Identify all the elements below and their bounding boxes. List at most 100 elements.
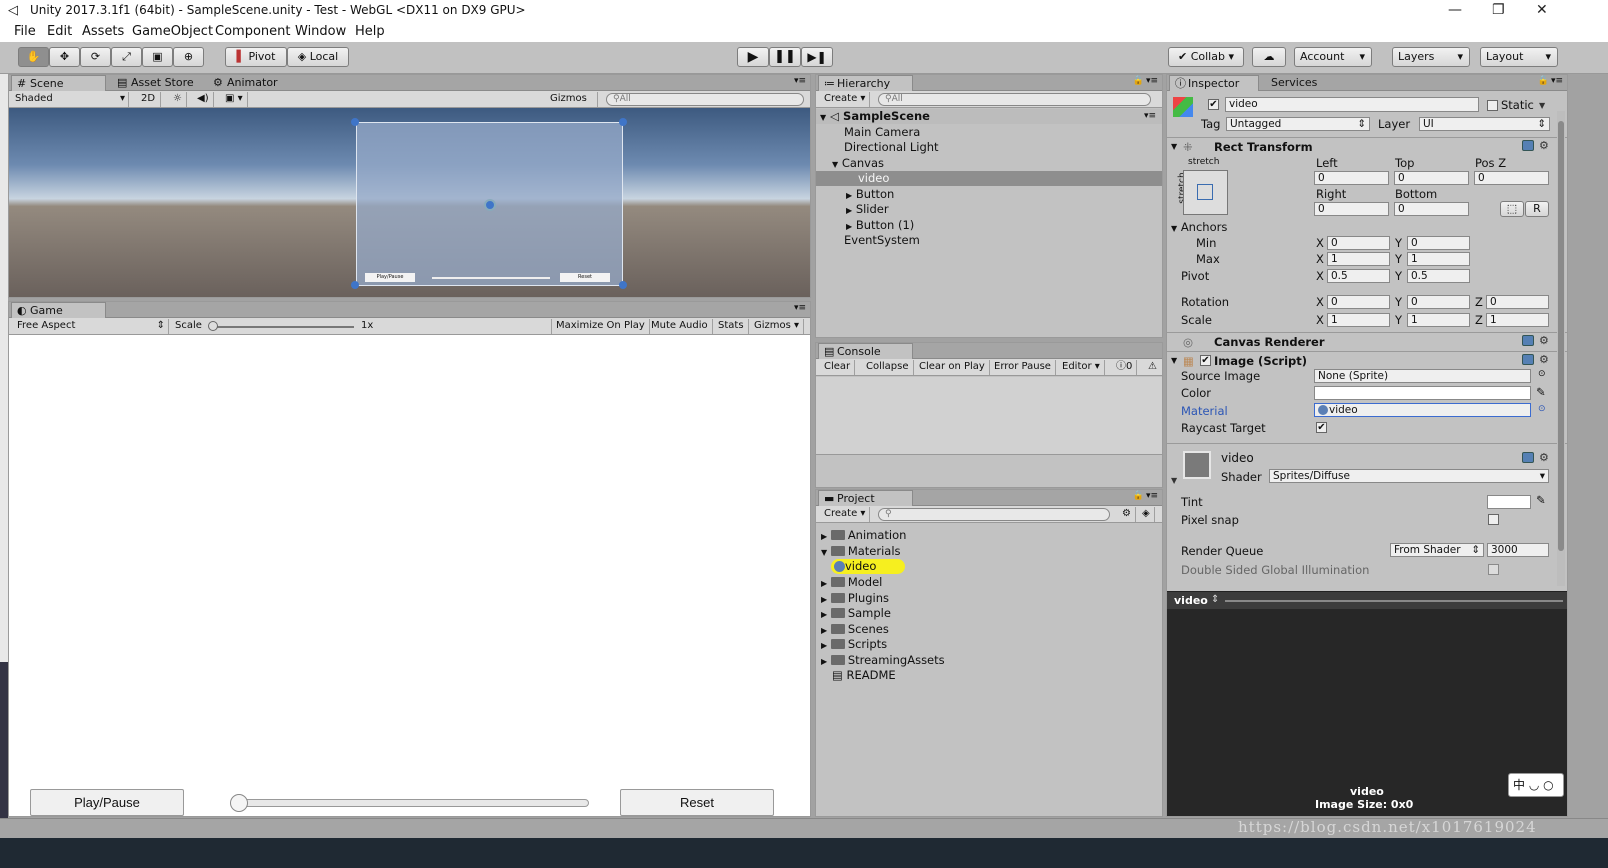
panel-menu-icon[interactable]: ▾≡ <box>794 303 806 313</box>
tab-inspector[interactable]: ⓘ Inspector <box>1169 75 1259 91</box>
game-slider-track[interactable] <box>233 799 589 807</box>
foldout-icon[interactable]: ▼ <box>1171 224 1177 233</box>
rotate-tool-button[interactable]: ⟳ <box>80 47 111 67</box>
layer-dropdown[interactable]: UI ⇕ <box>1419 117 1550 131</box>
filter-label-icon[interactable]: ◈ <box>1138 507 1155 522</box>
image-script-header[interactable]: ▼ ▦ ✔ Image (Script) <box>1167 351 1567 369</box>
project-folder-model[interactable]: ▶ Model <box>816 575 1162 590</box>
tag-dropdown[interactable]: Untagged ⇕ <box>1226 117 1370 131</box>
foldout-icon[interactable]: ▼ <box>1171 352 1177 370</box>
menu-gameobject[interactable]: GameObject <box>132 24 213 39</box>
console-error-count[interactable]: ⓘ0 <box>1112 360 1138 375</box>
scale-slider-thumb[interactable] <box>208 321 218 331</box>
expand-icon[interactable]: ▶ <box>846 191 852 200</box>
anchor-max-x-field[interactable]: 1 <box>1327 252 1390 266</box>
pivot-x-field[interactable]: 0.5 <box>1327 269 1390 283</box>
corner-handle-icon[interactable] <box>351 118 359 126</box>
lock-icon[interactable]: 🔒 <box>1538 76 1549 86</box>
object-picker-icon[interactable]: ⊙ <box>1538 369 1546 379</box>
project-file-readme[interactable]: ▤ README <box>816 668 1162 683</box>
panel-menu-icon[interactable]: ▾≡ <box>1146 76 1158 86</box>
layers-button[interactable]: Layers ▾ <box>1392 47 1470 67</box>
filter-type-icon[interactable]: ⚙ <box>1118 507 1136 522</box>
expand-icon[interactable]: ▶ <box>821 532 827 541</box>
canvas-rect[interactable]: Play/Pause Reset <box>356 122 623 286</box>
help-icon[interactable] <box>1522 452 1534 463</box>
console-clear-button[interactable]: Clear <box>820 360 856 375</box>
hierarchy-item-button[interactable]: ▶ Button <box>816 187 1162 202</box>
panel-menu-icon[interactable]: ▾≡ <box>1551 76 1563 86</box>
aspect-dropdown[interactable]: Free Aspect ⇕ <box>13 319 169 334</box>
local-button[interactable]: ◈ Local <box>287 47 349 67</box>
preview-menu-icon[interactable]: ⇕ <box>1211 594 1219 605</box>
account-button[interactable]: Account ▾ <box>1294 47 1372 67</box>
rotation-y-field[interactable]: 0 <box>1407 295 1470 309</box>
cloud-button[interactable]: ☁ <box>1252 47 1286 67</box>
scale-slider[interactable] <box>209 326 354 328</box>
panel-menu-icon[interactable]: ▾≡ <box>794 76 806 86</box>
expand-icon[interactable]: ▶ <box>821 641 827 650</box>
corner-handle-icon[interactable] <box>619 118 627 126</box>
tab-console[interactable]: ▤ Console <box>818 343 913 359</box>
menu-file[interactable]: File <box>14 24 36 39</box>
expand-icon[interactable]: ▶ <box>846 206 852 215</box>
scale-x-field[interactable]: 1 <box>1327 313 1390 327</box>
play-button[interactable]: ▶ <box>737 47 769 67</box>
project-folder-scripts[interactable]: ▶ Scripts <box>816 637 1162 652</box>
mute-audio-toggle[interactable]: Mute Audio <box>647 319 713 334</box>
raycast-target-checkbox[interactable]: ✔ <box>1316 422 1327 433</box>
project-folder-plugins[interactable]: ▶ Plugins <box>816 591 1162 606</box>
hierarchy-item-directional-light[interactable]: Directional Light <box>816 140 1162 155</box>
scale-z-field[interactable]: 1 <box>1486 313 1549 327</box>
2d-toggle[interactable]: 2D <box>137 92 161 107</box>
gizmos-dropdown[interactable]: Gizmos ▾ <box>546 92 598 118</box>
help-icon[interactable] <box>1522 335 1534 346</box>
lighting-toggle-icon[interactable]: ☼ <box>169 92 187 107</box>
posz-field[interactable]: 0 <box>1474 171 1549 185</box>
corner-handle-icon[interactable] <box>619 281 627 289</box>
hierarchy-search-input[interactable]: ⚲All <box>878 93 1151 106</box>
pivot-handle-icon[interactable] <box>484 199 496 211</box>
project-create-dropdown[interactable]: Create ▾ <box>820 507 871 522</box>
anchors-label[interactable]: ▼ Anchors <box>1171 220 1227 234</box>
active-checkbox[interactable]: ✔ <box>1208 99 1219 110</box>
material-field[interactable]: video <box>1314 403 1531 417</box>
maximize-on-play-toggle[interactable]: Maximize On Play <box>551 319 650 334</box>
tint-color-field[interactable] <box>1487 495 1531 509</box>
gear-icon[interactable]: ⚙ <box>1539 353 1549 366</box>
shader-dropdown[interactable]: Sprites/Diffuse ▾ <box>1269 469 1549 483</box>
gameobject-name-field[interactable]: video <box>1225 97 1479 112</box>
pivot-button[interactable]: ▌ Pivot <box>225 47 287 67</box>
panel-menu-icon[interactable]: ▾≡ <box>1146 491 1158 501</box>
render-queue-value-field[interactable]: 3000 <box>1487 543 1549 557</box>
tab-game[interactable]: ◐ Game <box>11 302 106 318</box>
project-folder-materials[interactable]: ▼ Materials <box>816 544 1162 559</box>
scrollbar-thumb[interactable] <box>1558 121 1564 551</box>
scale-y-field[interactable]: 1 <box>1407 313 1470 327</box>
anchor-min-x-field[interactable]: 0 <box>1327 236 1390 250</box>
scale-tool-button[interactable]: ⤢ <box>111 47 142 67</box>
hierarchy-item-video[interactable]: video <box>816 171 1162 186</box>
rotation-x-field[interactable]: 0 <box>1327 295 1390 309</box>
stats-toggle[interactable]: Stats <box>714 319 749 334</box>
hierarchy-item-canvas[interactable]: ▼ Canvas <box>816 156 1162 171</box>
game-gizmos-dropdown[interactable]: Gizmos ▾ <box>750 319 805 334</box>
menu-edit[interactable]: Edit <box>47 24 72 39</box>
hand-tool-button[interactable]: ✋ <box>18 47 49 67</box>
project-folder-sample[interactable]: ▶ Sample <box>816 606 1162 621</box>
preview-divider[interactable] <box>1225 600 1563 602</box>
maximize-icon[interactable]: ❐ <box>1492 2 1505 18</box>
expand-icon[interactable]: ▶ <box>821 626 827 635</box>
hierarchy-item-eventsystem[interactable]: EventSystem <box>816 233 1162 248</box>
gear-icon[interactable]: ⚙ <box>1539 334 1549 347</box>
top-field[interactable]: 0 <box>1394 171 1469 185</box>
gear-icon[interactable]: ⚙ <box>1539 451 1549 464</box>
scene-root-row[interactable]: ▼ ◁ SampleScene ▾≡ <box>816 109 1162 124</box>
project-folder-animation[interactable]: ▶ Animation <box>816 528 1162 543</box>
eyedropper-icon[interactable]: ✎ <box>1536 385 1546 399</box>
move-tool-button[interactable]: ✥ <box>49 47 80 67</box>
menu-help[interactable]: Help <box>355 24 385 39</box>
menu-window[interactable]: Window <box>295 24 346 39</box>
project-folder-scenes[interactable]: ▶ Scenes <box>816 622 1162 637</box>
ime-toolbar[interactable]: 中 ◡ ○ <box>1508 773 1564 797</box>
